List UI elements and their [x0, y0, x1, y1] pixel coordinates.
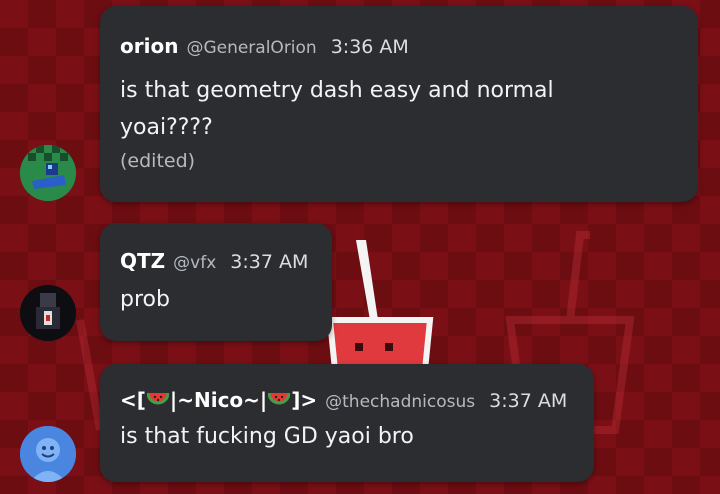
author-handle: @thechadnicosus — [325, 392, 476, 412]
watermelon-icon — [146, 392, 169, 405]
message-header: orion @GeneralOrion 3:36 AM — [120, 34, 678, 58]
message-line: yoai???? — [120, 115, 213, 140]
avatar-qtz[interactable] — [20, 285, 76, 341]
author-name[interactable]: <[ |~Nico~| ]> — [120, 388, 317, 412]
edited-indicator: (edited) — [120, 150, 196, 172]
message-line: prob — [120, 287, 170, 312]
smiley-avatar-icon — [20, 426, 76, 482]
author-name-part: ]> — [291, 388, 318, 412]
watermelon-icon — [268, 392, 291, 405]
author-name-part: |~Nico~| — [169, 388, 268, 412]
timestamp: 3:37 AM — [230, 251, 309, 273]
message-body: is that geometry dash easy and normal yo… — [120, 72, 678, 172]
message-line: is that geometry dash easy and normal — [120, 78, 554, 103]
author-name[interactable]: orion — [120, 34, 178, 58]
message-bubble: <[ |~Nico~| ]> @thechadnicosus 3:37 AM is … — [100, 364, 594, 482]
message-bubble: orion @GeneralOrion 3:36 AM is that geom… — [100, 6, 698, 202]
timestamp: 3:36 AM — [330, 36, 409, 58]
message-bubble: QTZ @vfx 3:37 AM prob — [100, 223, 332, 341]
author-name-part: <[ — [120, 388, 146, 412]
message-header: <[ |~Nico~| ]> @thechadnicosus 3:37 AM — [120, 388, 574, 412]
roblox-avatar-icon — [20, 285, 76, 341]
message-body: prob — [120, 281, 312, 318]
geometry-dash-avatar-icon — [20, 145, 76, 201]
message-line: is that fucking GD yaoi bro — [120, 424, 414, 449]
message-body: is that fucking GD yaoi bro — [120, 418, 574, 455]
message-header: QTZ @vfx 3:37 AM — [120, 249, 312, 273]
author-handle: @vfx — [173, 253, 217, 273]
avatar-orion[interactable] — [20, 145, 76, 201]
avatar-nico[interactable] — [20, 426, 76, 482]
author-name[interactable]: QTZ — [120, 249, 165, 273]
timestamp: 3:37 AM — [489, 390, 568, 412]
author-handle: @GeneralOrion — [186, 38, 317, 58]
